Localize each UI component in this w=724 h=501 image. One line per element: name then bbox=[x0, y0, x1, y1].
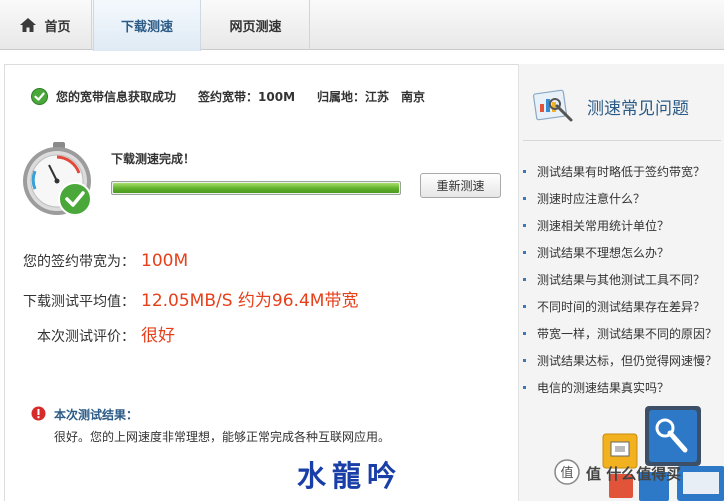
retest-button[interactable]: 重新测速 bbox=[420, 173, 501, 198]
test-rating-value: 很好 bbox=[141, 326, 175, 346]
alert-icon bbox=[31, 406, 46, 421]
faq-item[interactable]: 测试结果达标，但仍觉得网速慢？ bbox=[523, 347, 717, 374]
tab-home-label: 首页 bbox=[44, 19, 71, 35]
bullet-icon bbox=[523, 332, 526, 335]
bullet-icon bbox=[523, 224, 526, 227]
info-status-text: 您的宽带信息获取成功 bbox=[56, 90, 177, 104]
test-complete-text: 下载测速完成！ bbox=[111, 152, 196, 166]
site-logo-icon: 值 bbox=[554, 459, 580, 485]
faq-item[interactable]: 测试结果不理想怎么办？ bbox=[523, 239, 717, 266]
contract-bandwidth-label: 您的签约带宽为： bbox=[23, 254, 135, 270]
faq-item-label: 测试结果有时略低于签约带宽？ bbox=[537, 165, 706, 179]
average-speed-label: 下载测试平均值： bbox=[23, 294, 135, 310]
faq-item-label: 不同时间的测试结果存在差异？ bbox=[537, 300, 706, 314]
faq-item-label: 测试结果与其他测试工具不同？ bbox=[537, 273, 706, 287]
tab-download-speed-label: 下载测速 bbox=[120, 20, 173, 35]
contract-bandwidth-result: 您的签约带宽为： 100M bbox=[5, 251, 188, 271]
faq-item[interactable]: 测试结果有时略低于签约带宽？ bbox=[523, 158, 717, 185]
faq-item-label: 带宽一样，测试结果不同的原因？ bbox=[537, 327, 718, 341]
tools-graphic-icon bbox=[602, 406, 724, 501]
test-progress-bar bbox=[111, 181, 401, 195]
faq-item[interactable]: 电信的测速结果真实吗？ bbox=[523, 374, 717, 401]
watermark-text: 水龍吟 bbox=[297, 459, 403, 493]
faq-item-label: 测试结果达标，但仍觉得网速慢？ bbox=[537, 354, 718, 368]
bullet-icon bbox=[523, 359, 526, 362]
home-icon bbox=[20, 18, 37, 32]
tab-web-speed[interactable]: 网页测速 bbox=[202, 0, 310, 50]
contract-bandwidth-value: 100M bbox=[141, 251, 189, 271]
bullet-icon bbox=[523, 386, 526, 389]
broadband-info-row: 您的宽带信息获取成功 签约宽带：100M 归属地：江苏 南京 bbox=[31, 88, 425, 105]
test-rating-result: 本次测试评价： 很好 bbox=[5, 321, 175, 346]
tab-bar: 首页 下载测速 网页测速 bbox=[0, 0, 724, 51]
faq-item-label: 电信的测速结果真实吗？ bbox=[537, 381, 670, 395]
contract-bandwidth-text: 签约宽带：100M bbox=[198, 90, 296, 104]
tab-download-speed[interactable]: 下载测速 bbox=[93, 0, 201, 51]
faq-item[interactable]: 测速相关常用统计单位？ bbox=[523, 212, 717, 239]
test-progress-fill bbox=[113, 183, 399, 193]
faq-item[interactable]: 测试结果与其他测试工具不同？ bbox=[523, 266, 717, 293]
main-panel: 您的宽带信息获取成功 签约宽带：100M 归属地：江苏 南京 下载测速完成！ 重… bbox=[4, 64, 518, 501]
svg-text:值: 值 bbox=[560, 465, 573, 481]
faq-item[interactable]: 不同时间的测试结果存在差异？ bbox=[523, 293, 717, 320]
result-note-title: 本次测试结果： bbox=[54, 408, 139, 422]
tab-web-speed-label: 网页测速 bbox=[229, 19, 282, 35]
faq-header: 测速常见问题 bbox=[531, 86, 689, 126]
faq-title: 测速常见问题 bbox=[587, 98, 689, 119]
faq-sidebar: 测速常见问题 测试结果有时略低于签约带宽？ 测速时应注意什么？ 测速相关常用统计单位… bbox=[518, 64, 724, 501]
faq-item[interactable]: 带宽一样，测试结果不同的原因？ bbox=[523, 320, 717, 347]
success-check-icon bbox=[31, 88, 48, 105]
faq-item[interactable]: 测速时应注意什么？ bbox=[523, 185, 717, 212]
bullet-icon bbox=[523, 170, 526, 173]
average-speed-value: 12.05MB/S 约为96.4M带宽 bbox=[141, 291, 359, 311]
faq-list: 测试结果有时略低于签约带宽？ 测速时应注意什么？ 测速相关常用统计单位？ 测试结果不理… bbox=[523, 158, 717, 401]
faq-chart-icon bbox=[532, 89, 573, 122]
location-text: 归属地：江苏 南京 bbox=[317, 90, 426, 104]
watermark-site: 值 什么值得买 bbox=[586, 465, 682, 483]
bullet-icon bbox=[523, 278, 526, 281]
bullet-icon bbox=[523, 305, 526, 308]
result-note-body: 很好。您的上网速度非常理想，能够正常完成各种互联网应用。 bbox=[54, 430, 391, 444]
bullet-icon bbox=[523, 197, 526, 200]
average-speed-result: 下载测试平均值： 12.05MB/S 约为96.4M带宽 bbox=[5, 286, 358, 311]
faq-divider bbox=[523, 140, 721, 141]
stopwatch-icon bbox=[23, 142, 92, 216]
bullet-icon bbox=[523, 251, 526, 254]
faq-item-label: 测试结果不理想怎么办？ bbox=[537, 246, 670, 260]
tab-home[interactable]: 首页 bbox=[0, 0, 92, 50]
test-rating-label: 本次测试评价： bbox=[37, 329, 135, 345]
faq-item-label: 测速时应注意什么？ bbox=[537, 192, 646, 206]
faq-item-label: 测速相关常用统计单位？ bbox=[537, 219, 670, 233]
